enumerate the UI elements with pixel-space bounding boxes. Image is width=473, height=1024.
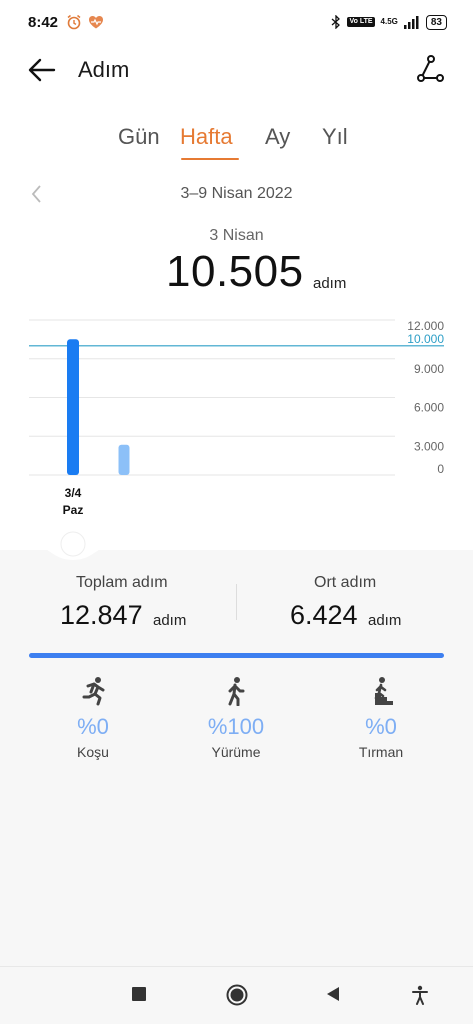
volte-badge: Vo LTE	[347, 17, 375, 27]
x-axis-label: Paz	[63, 503, 84, 517]
climbing-icon	[369, 677, 393, 705]
period-tabs: Gün Hafta Ay Yıl	[0, 124, 473, 164]
back-triangle-icon[interactable]	[324, 985, 342, 1003]
y-tick-label: 6.000	[414, 401, 444, 415]
running-percentage: %0	[77, 714, 109, 739]
y-tick-label: 9.000	[414, 362, 444, 376]
network-speed: 4.5G	[380, 17, 398, 26]
activity-climbing: %0 Tırman	[331, 676, 431, 760]
walking-label: Yürüme	[211, 744, 261, 760]
chart-bar	[118, 444, 130, 475]
summary-stats: Toplam adım 12.847 adım Ort adım 6.424 a…	[0, 570, 473, 640]
activity-walking: %100 Yürüme	[186, 676, 286, 760]
total-steps-label: Toplam adım	[76, 574, 168, 591]
average-steps-unit: adım	[368, 612, 402, 629]
walking-icon	[228, 677, 245, 706]
total-steps-value: 12.847	[60, 600, 143, 630]
activity-running: %0 Koşu	[43, 676, 143, 760]
steps-bar-chart[interactable]: 12.0009.0006.0003.000010.0003/4PazPztSal…	[0, 300, 473, 550]
walking-percentage: %100	[207, 714, 265, 739]
average-steps-value: 6.424	[290, 600, 358, 630]
stats-divider	[236, 584, 237, 620]
running-label: Koşu	[77, 744, 109, 760]
activity-progress-bar	[29, 653, 444, 658]
goal-label: 10.000	[407, 332, 444, 346]
selected-step-unit: adım	[313, 275, 347, 292]
tab-week[interactable]: Hafta	[180, 124, 233, 150]
x-axis-date-label: 3/4	[65, 486, 82, 500]
tab-year[interactable]: Yıl	[322, 124, 348, 150]
chart-canvas: 12.0009.0006.0003.000010.0003/4PazPztSal…	[29, 319, 444, 540]
accessibility-icon[interactable]	[411, 985, 429, 1005]
back-arrow-icon[interactable]	[26, 56, 58, 84]
status-bar: 8:42 Vo LTE 4.5G 83	[0, 0, 473, 44]
running-icon	[82, 677, 105, 706]
y-tick-label: 0	[437, 462, 444, 476]
tab-day[interactable]: Gün	[118, 124, 160, 150]
climbing-percentage: %0	[365, 714, 397, 739]
share-icon[interactable]	[415, 54, 445, 84]
selected-step-value: 10.505	[166, 247, 304, 296]
alarm-icon	[67, 14, 81, 30]
home-icon[interactable]	[225, 983, 249, 1007]
app-header: Adım	[0, 48, 473, 92]
chart-bottom-curve	[0, 520, 473, 560]
heart-rate-icon	[89, 16, 104, 29]
total-steps-unit: adım	[153, 612, 187, 629]
chart-bar	[67, 339, 79, 475]
recent-apps-icon[interactable]	[130, 985, 148, 1003]
selected-day-label: 3 Nisan	[209, 227, 264, 244]
date-range-label: 3–9 Nisan 2022	[180, 185, 293, 202]
bluetooth-icon	[332, 15, 341, 29]
signal-icon	[403, 16, 419, 29]
average-steps-label: Ort adım	[314, 574, 377, 591]
system-navigation-bar	[0, 966, 473, 1024]
active-tab-indicator	[181, 158, 239, 160]
page-title: Adım	[78, 57, 130, 82]
y-tick-label: 3.000	[414, 439, 444, 453]
tab-month[interactable]: Ay	[265, 124, 290, 150]
climbing-label: Tırman	[358, 744, 404, 760]
battery-indicator: 83	[425, 14, 447, 30]
status-time: 8:42	[28, 13, 59, 31]
